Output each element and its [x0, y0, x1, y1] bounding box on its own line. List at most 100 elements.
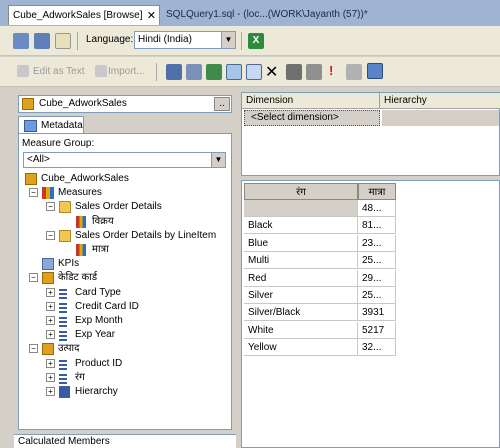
folder-icon — [59, 201, 71, 214]
alert-icon[interactable]: ! — [329, 63, 333, 78]
color-cell[interactable]: White — [244, 321, 358, 339]
color-cell[interactable]: Blue — [244, 234, 358, 252]
language-dropdown[interactable]: Hindi (India) ▼ — [134, 31, 236, 49]
process-icon[interactable] — [186, 64, 202, 80]
tree-item[interactable]: KPIs — [22, 257, 228, 271]
chevron-down-icon[interactable]: ▼ — [221, 32, 235, 48]
delete-icon[interactable]: ✕ — [265, 62, 278, 82]
hierarchy-column-header[interactable]: Hierarchy — [380, 93, 500, 109]
color-cell[interactable]: Red — [244, 269, 358, 287]
tab-metadata-label: Metadata — [41, 120, 83, 131]
quantity-cell[interactable]: 48... — [358, 200, 396, 217]
tree-item[interactable]: − Measures — [22, 186, 228, 200]
tab-sql-query[interactable]: SQLQuery1.sql - (loc...(WORK\Jayanth (57… — [162, 5, 372, 25]
expand-icon[interactable]: + — [46, 387, 55, 396]
excel-icon[interactable]: X — [248, 33, 264, 49]
kpi-icon — [42, 258, 54, 271]
color-cell[interactable]: Black — [244, 217, 358, 235]
expand-icon[interactable]: + — [46, 301, 55, 311]
cube-selector[interactable]: Cube_AdworkSales .. — [18, 95, 232, 113]
attribute-icon — [59, 329, 67, 342]
reconnect-icon[interactable] — [166, 64, 182, 80]
quantity-cell[interactable]: 23... — [358, 234, 396, 252]
browser-toolbar: Language: Hindi (India) ▼ X — [0, 26, 500, 56]
import-button[interactable]: Import... — [108, 66, 145, 77]
color-cell[interactable]: Yellow — [244, 339, 358, 357]
tree-item[interactable]: + Exp Month — [22, 314, 228, 328]
tab-sql-query-label: SQLQuery1.sql - (loc...(WORK\Jayanth (57… — [166, 9, 368, 20]
tab-cube-browse[interactable]: Cube_AdworkSales [Browse] ✕ — [8, 5, 160, 25]
table-row: Silver 25... — [244, 287, 396, 304]
browse-cube-button[interactable]: .. — [214, 97, 230, 111]
tree-item[interactable]: विक्रय — [22, 215, 228, 229]
cube-name: Cube_AdworkSales — [39, 98, 127, 109]
tree-item[interactable]: + Exp Year — [22, 328, 228, 342]
show-filter-icon[interactable] — [246, 64, 262, 80]
table-row: 48... — [244, 200, 396, 217]
show-empty-cells-icon[interactable] — [226, 64, 242, 80]
dimension-column-header[interactable]: Dimension — [242, 93, 380, 109]
calculated-members-label: Calculated Members — [18, 436, 110, 447]
color-cell[interactable] — [244, 200, 358, 217]
collapse-icon[interactable]: − — [29, 188, 38, 198]
auto-execute-icon[interactable] — [286, 64, 302, 80]
chevron-down-icon[interactable]: ▼ — [211, 153, 225, 167]
perspective-icon[interactable] — [34, 33, 50, 49]
edit-as-text-button[interactable]: Edit as Text — [33, 66, 85, 77]
expand-icon[interactable]: + — [46, 330, 55, 340]
close-icon[interactable]: ✕ — [147, 6, 156, 26]
color-cell[interactable]: Silver/Black — [244, 304, 358, 322]
tree-item[interactable]: − उत्पाद — [22, 342, 228, 356]
table-row: Red 29... — [244, 269, 396, 287]
grid-column-header[interactable]: मात्रा — [358, 183, 396, 200]
refresh-icon[interactable] — [306, 64, 322, 80]
quantity-cell[interactable]: 81... — [358, 217, 396, 235]
grid-column-header[interactable]: रंग — [244, 183, 358, 200]
calculated-members-pane: Calculated Members — [14, 434, 236, 448]
dimension-icon — [42, 272, 54, 285]
quantity-cell[interactable]: 25... — [358, 252, 396, 270]
expand-icon[interactable]: + — [46, 372, 55, 382]
quantity-cell[interactable]: 32... — [358, 339, 396, 357]
collapse-icon[interactable]: − — [46, 230, 55, 240]
tab-metadata[interactable]: Metadata — [18, 116, 84, 134]
quantity-cell[interactable]: 5217 — [358, 321, 396, 339]
color-cell[interactable]: Silver — [244, 287, 358, 304]
tree-item[interactable]: मात्रा — [22, 243, 228, 257]
design-mode-icon[interactable] — [367, 63, 383, 79]
collapse-icon[interactable]: − — [46, 202, 55, 212]
tree-item[interactable]: + Credit Card ID — [22, 300, 228, 314]
tree-item[interactable]: + Product ID — [22, 357, 228, 371]
measure-group-dropdown[interactable]: <All> ▼ — [23, 152, 226, 168]
tree-item-label: Card Type — [75, 286, 121, 298]
tree-item[interactable]: + Hierarchy — [22, 385, 228, 399]
quantity-cell[interactable]: 3931 — [358, 304, 396, 322]
table-row: Blue 23... — [244, 234, 396, 252]
hierarchy-cell[interactable] — [382, 110, 499, 126]
edit-icon[interactable] — [17, 65, 29, 77]
tree-item[interactable]: − Sales Order Details — [22, 200, 228, 214]
quantity-cell[interactable]: 29... — [358, 269, 396, 287]
expand-icon[interactable]: + — [46, 316, 55, 325]
tree-item[interactable]: Cube_AdworkSales — [22, 172, 228, 186]
table-row: Yellow 32... — [244, 339, 396, 357]
attribute-icon — [59, 300, 67, 313]
tree-item[interactable]: + Card Type — [22, 286, 228, 300]
tree-item[interactable]: − Sales Order Details by LineItem — [22, 229, 228, 243]
collapse-icon[interactable]: − — [29, 273, 38, 283]
select-dimension-cell[interactable]: <Select dimension> — [244, 110, 380, 126]
toolbar-separator — [241, 32, 242, 50]
users-icon[interactable] — [13, 33, 29, 49]
import-icon[interactable] — [95, 65, 107, 77]
document-icon[interactable] — [55, 33, 71, 49]
tree-item[interactable]: − केडिट कार्ड — [22, 271, 228, 285]
expand-icon[interactable]: + — [46, 358, 55, 368]
expand-icon[interactable]: + — [46, 287, 55, 297]
tree-item[interactable]: + रंग — [22, 371, 228, 385]
execute-icon[interactable] — [346, 64, 362, 80]
collapse-icon[interactable]: − — [29, 344, 38, 354]
filter-icon[interactable] — [206, 64, 222, 80]
color-cell[interactable]: Multi — [244, 252, 358, 270]
measure-group-label: Measure Group: — [22, 138, 95, 149]
quantity-cell[interactable]: 25... — [358, 287, 396, 304]
